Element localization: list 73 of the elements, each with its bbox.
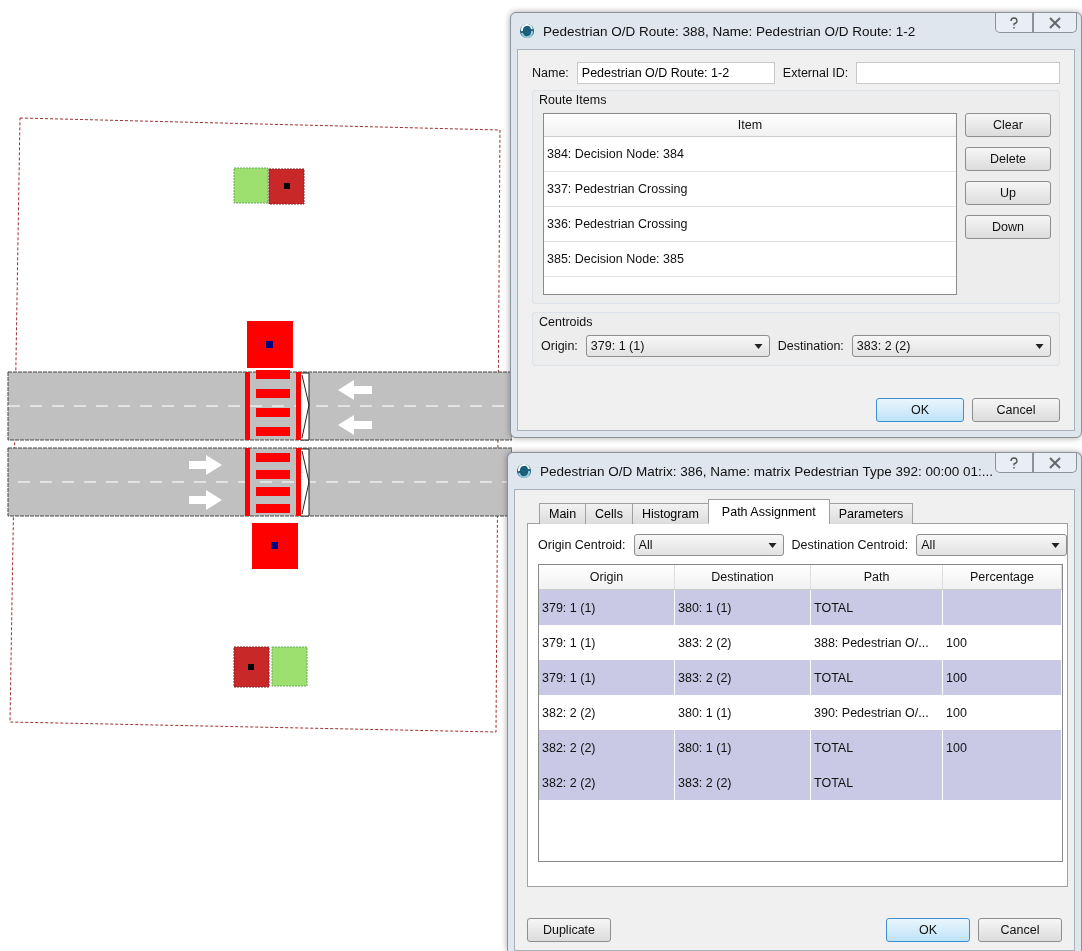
app-icon bbox=[519, 23, 535, 39]
destination-centroid-dropdown[interactable]: All bbox=[916, 534, 1067, 556]
exit-square bbox=[268, 168, 305, 205]
entrance-square bbox=[271, 646, 308, 687]
field-label: Origin Centroid: bbox=[538, 538, 626, 552]
origin-dropdown[interactable]: 379: 1 (1) bbox=[585, 335, 770, 357]
table-row[interactable]: 382: 2 (2) 380: 1 (1) TOTAL 100 bbox=[539, 730, 1062, 765]
column-header: Path bbox=[811, 565, 943, 589]
group-label: Centroids bbox=[539, 315, 594, 329]
entrance-square bbox=[233, 167, 269, 204]
action-button[interactable]: Up bbox=[965, 181, 1051, 205]
table-cell: 382: 2 (2) bbox=[539, 765, 675, 800]
help-icon bbox=[1009, 456, 1019, 469]
tab[interactable]: Path Assignment bbox=[707, 499, 830, 524]
action-button[interactable]: Delete bbox=[965, 147, 1051, 171]
node-connector bbox=[300, 372, 310, 441]
action-button[interactable]: Down bbox=[965, 215, 1051, 239]
column-header: Origin bbox=[539, 565, 675, 589]
table-cell: TOTAL bbox=[811, 765, 943, 800]
right-arrow-icon bbox=[189, 490, 222, 510]
table-cell: 383: 2 (2) bbox=[675, 765, 811, 800]
field-label: Destination: bbox=[777, 339, 844, 353]
caret-icon bbox=[1035, 343, 1044, 349]
list-item[interactable]: 337: Pedestrian Crossing bbox=[544, 172, 956, 207]
action-button[interactable]: Clear bbox=[965, 113, 1051, 137]
duplicate-button[interactable]: Duplicate bbox=[527, 918, 611, 942]
origin-centroid-dropdown[interactable]: All bbox=[633, 534, 784, 556]
external-id-field[interactable] bbox=[856, 62, 1060, 84]
destination-dropdown[interactable]: 383: 2 (2) bbox=[851, 335, 1051, 357]
window-title: Pedestrian O/D Matrix: 386, Name: matrix Pedestrian Type 392: 00:00 01:... bbox=[540, 463, 993, 479]
field-label: External ID: bbox=[782, 66, 849, 80]
caret-icon bbox=[767, 542, 777, 548]
name-field[interactable]: Pedestrian O/D Route: 1-2 bbox=[576, 62, 775, 84]
window-title: Pedestrian O/D Route: 388, Name: Pedestrian O/D Route: 1-2 bbox=[543, 23, 916, 39]
field-label: Destination Centroid: bbox=[791, 538, 909, 552]
help-icon bbox=[1009, 16, 1019, 29]
pedestrian-crossing bbox=[245, 370, 301, 440]
pedestrian-crossing bbox=[245, 448, 301, 516]
field-label: Origin: bbox=[541, 339, 578, 353]
dialog-button[interactable]: OK bbox=[886, 918, 970, 942]
close-button[interactable] bbox=[1033, 13, 1077, 33]
table-row[interactable]: 382: 2 (2) 383: 2 (2) TOTAL bbox=[539, 765, 1062, 800]
app-icon bbox=[516, 463, 532, 479]
exit-square bbox=[233, 646, 270, 688]
list-item[interactable]: 384: Decision Node: 384 bbox=[544, 137, 956, 172]
column-header: Destination bbox=[675, 565, 811, 589]
tab[interactable]: Parameters bbox=[828, 503, 914, 524]
tab[interactable]: Main bbox=[539, 503, 587, 524]
table-row[interactable]: 379: 1 (1) 380: 1 (1) TOTAL bbox=[539, 590, 1062, 625]
help-button[interactable] bbox=[995, 453, 1033, 473]
centroid-node bbox=[247, 321, 293, 368]
left-arrow-icon bbox=[338, 415, 372, 435]
caret-icon bbox=[753, 343, 763, 349]
column-header: Percentage bbox=[943, 565, 1062, 589]
table-row[interactable]: 379: 1 (1) 383: 2 (2) TOTAL 100 bbox=[539, 660, 1062, 695]
tab[interactable]: Cells bbox=[585, 503, 633, 524]
dialog-button[interactable]: Cancel bbox=[972, 398, 1060, 422]
list-item[interactable]: 336: Pedestrian Crossing bbox=[544, 207, 956, 242]
dialog-button[interactable]: Cancel bbox=[978, 918, 1062, 942]
right-arrow-icon bbox=[189, 455, 222, 475]
left-arrow-icon bbox=[338, 380, 372, 400]
tab[interactable]: Histogram bbox=[631, 503, 709, 524]
field-label: Name: bbox=[532, 66, 569, 80]
list-item[interactable]: 385: Decision Node: 385 bbox=[544, 242, 956, 277]
close-icon bbox=[1049, 456, 1061, 469]
node-connector bbox=[300, 448, 310, 517]
group-label: Route Items bbox=[539, 93, 608, 107]
close-icon bbox=[1049, 16, 1061, 29]
close-button[interactable] bbox=[1033, 453, 1077, 473]
dialog-button[interactable]: OK bbox=[876, 398, 964, 422]
centroid-node bbox=[252, 523, 298, 569]
caret-icon bbox=[1051, 542, 1060, 548]
help-button[interactable] bbox=[995, 13, 1033, 33]
